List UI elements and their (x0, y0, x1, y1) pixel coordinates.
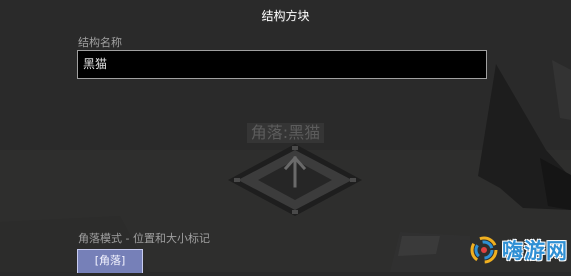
structure-name-input[interactable]: 黑猫 (77, 50, 487, 79)
watermark: 嗨游网 (468, 232, 571, 272)
world-marker-tag: 角落:黑猫 (0, 123, 571, 143)
world-marker-label: 角落:黑猫 (246, 123, 325, 143)
structure-name-label: 结构名称 (78, 36, 122, 49)
structure-block-corner-icon (228, 144, 362, 216)
mode-toggle-button[interactable]: [角落] (77, 249, 143, 273)
screen-title: 结构方块 (261, 9, 310, 23)
mode-description: 角落模式 - 位置和大小标记 (78, 232, 210, 245)
watermark-text: 嗨游网 (502, 239, 568, 263)
watermark-logo-icon (470, 236, 498, 264)
